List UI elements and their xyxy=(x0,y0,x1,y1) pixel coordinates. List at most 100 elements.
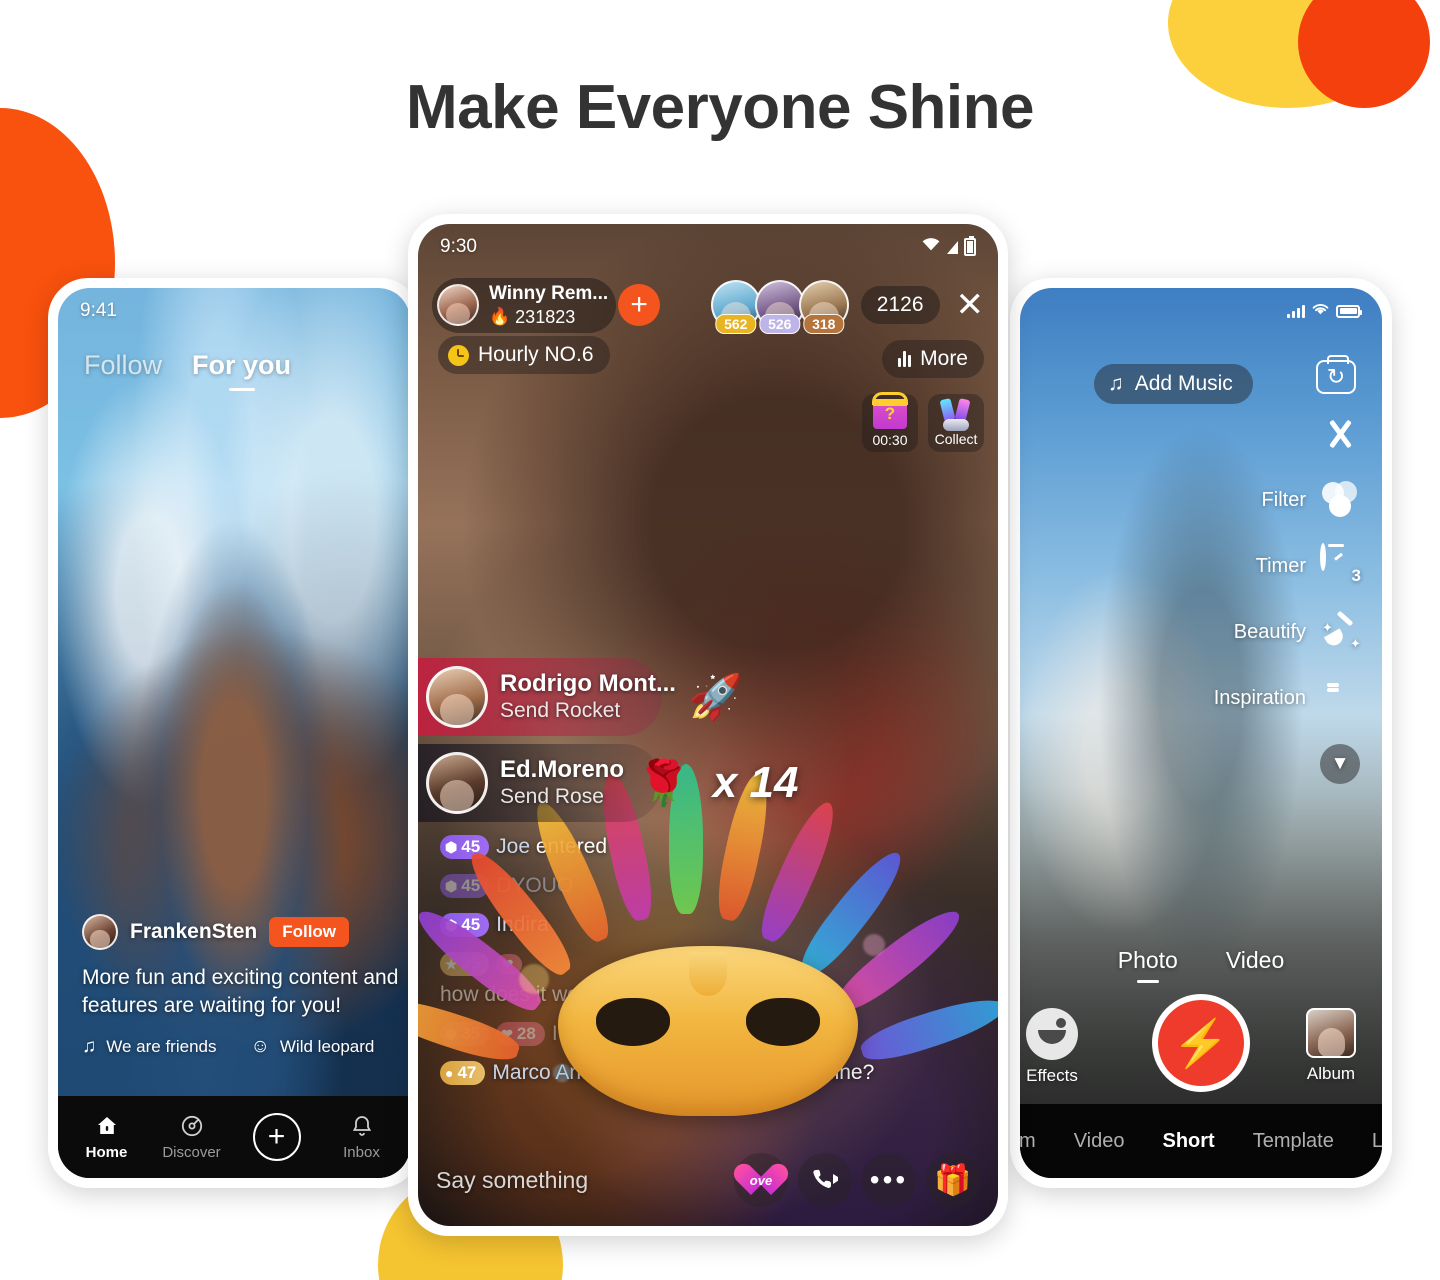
ellipsis-icon: ••• xyxy=(869,1163,909,1195)
gift-banner-list: Rodrigo Mont... Send Rocket 🚀 Ed.Moreno … xyxy=(418,658,798,830)
bars-icon xyxy=(898,351,912,367)
smiley-icon xyxy=(1026,1008,1078,1060)
chat-text: DYOUO xyxy=(496,874,573,898)
chat-username: Marco Antonio xyxy=(492,1061,627,1084)
gift-sender-name: Ed.Moreno xyxy=(500,756,624,784)
tab-cam[interactable]: Cam xyxy=(1020,1130,1036,1153)
flash-toggle[interactable] xyxy=(1306,414,1360,454)
timer-icon: 3 xyxy=(1320,543,1361,586)
level-badge: ★ 25 xyxy=(440,952,490,976)
gift-banner: Ed.Moreno Send Rose 🌹 x 14 xyxy=(418,744,798,822)
gift-banner-texts: Rodrigo Mont... Send Rocket xyxy=(500,670,676,723)
level-value: 47 xyxy=(457,1063,477,1082)
chat-body: entered xyxy=(535,835,608,858)
filter-button[interactable]: Filter xyxy=(1262,480,1360,520)
tab-video-mode[interactable]: Video xyxy=(1074,1130,1125,1153)
effects-label: Effects xyxy=(1026,1066,1078,1085)
tab-video[interactable]: Video xyxy=(1226,947,1284,974)
viewer-avatar[interactable]: 562 xyxy=(710,280,761,335)
chat-message: ⬢ 45 DYOUO xyxy=(440,874,910,898)
add-music-button[interactable]: ♫ Add Music xyxy=(1094,364,1253,404)
right-status-bar xyxy=(1020,288,1382,334)
mystery-gift-timer: 00:30 xyxy=(872,432,908,448)
chat-text: Marco Antonio That's good, are you fine? xyxy=(492,1061,874,1085)
viewer-avatar[interactable]: 526 xyxy=(754,280,805,335)
streamer-texts: Winny Rem... 🔥 231823 xyxy=(489,283,608,328)
viewer-count[interactable]: 2126 xyxy=(860,286,940,325)
tab-photo[interactable]: Photo xyxy=(1118,947,1178,974)
level-value: 35 xyxy=(461,1024,481,1043)
hourly-rank-badge[interactable]: Hourly NO.6 xyxy=(438,336,610,374)
collapse-rail-button[interactable]: ▼ xyxy=(1320,744,1360,784)
avatar xyxy=(426,666,488,728)
tab-live[interactable]: Live xyxy=(1372,1130,1382,1153)
sidebar-item-inbox[interactable]: Inbox xyxy=(319,1113,404,1161)
sidebar-item-discover[interactable]: Discover xyxy=(149,1113,234,1161)
right-status-icons xyxy=(1287,300,1362,322)
tab-for-you[interactable]: For you xyxy=(192,350,291,381)
feed-username[interactable]: FrankenSten xyxy=(130,920,257,944)
right-bottom-tabbar: Cam Video Short Template Live xyxy=(1020,1104,1382,1178)
chat-text: Joe entered xyxy=(496,835,607,859)
viewer-rank-badge: 562 xyxy=(715,314,757,335)
tab-short[interactable]: Short xyxy=(1162,1130,1214,1153)
avatar[interactable] xyxy=(82,914,118,951)
chat-text: I like it! xyxy=(551,1022,618,1045)
streamer-card[interactable]: Winny Rem... 🔥 231823 xyxy=(432,278,617,333)
phone-center-live: 9:30 Winny Rem... 🔥 231823 + 562 526 318… xyxy=(408,214,1008,1236)
inspiration-button[interactable]: Inspiration xyxy=(1214,678,1360,718)
beautify-button[interactable]: Beautify ✦ ✦ xyxy=(1234,612,1361,652)
collect-label: Collect xyxy=(934,431,978,447)
center-status-time: 9:30 xyxy=(440,236,477,257)
heart-badge: ❤ xyxy=(496,953,523,975)
tab-follow[interactable]: Follow xyxy=(84,350,162,381)
close-icon[interactable]: ✕ xyxy=(956,288,985,322)
right-screen: ♫ Add Music Filter Timer 3 xyxy=(1020,288,1382,1178)
timer-value: 3 xyxy=(1351,566,1361,585)
live-chat-list[interactable]: ⬢ 45 Joe entered ⬢ 45 DYOUO ⬢ 45 Indira ★ 25… xyxy=(440,835,910,1100)
tab-label-discover: Discover xyxy=(162,1144,221,1161)
gift-multiplier: x 14 xyxy=(712,758,799,807)
battery-icon xyxy=(964,236,976,256)
collect-icon xyxy=(938,397,974,431)
sidebar-item-home[interactable]: Home xyxy=(64,1113,149,1161)
more-actions-button[interactable]: ••• xyxy=(862,1153,916,1207)
love-button[interactable]: ove xyxy=(734,1153,788,1207)
more-button[interactable]: More xyxy=(882,340,984,378)
plus-icon: + xyxy=(630,288,648,322)
gift-banner-texts: Ed.Moreno Send Rose xyxy=(500,756,624,809)
feed-effect-label[interactable]: Wild leopard xyxy=(280,1037,375,1057)
video-call-button[interactable] xyxy=(798,1153,852,1207)
collect-widget[interactable]: Collect xyxy=(928,394,984,452)
tab-template[interactable]: Template xyxy=(1253,1130,1334,1153)
filter-icon xyxy=(1320,480,1360,520)
hot-count: 231823 xyxy=(515,306,576,327)
camera-tool-rail: Filter Timer 3 Beautify ✦ ✦ Inspiration … xyxy=(1214,414,1361,784)
chat-username: Indira xyxy=(496,913,549,936)
create-post-button[interactable]: + xyxy=(234,1113,319,1161)
clock-icon xyxy=(448,344,469,366)
chat-message: ⬢ 45 Indira xyxy=(440,913,910,937)
viewer-avatar[interactable]: 318 xyxy=(798,280,849,335)
follow-button[interactable]: Follow xyxy=(269,917,350,948)
video-call-icon xyxy=(813,1169,838,1188)
level-badge: ⬢ 45 xyxy=(440,874,490,898)
signal-icon xyxy=(947,240,958,254)
shutter-button[interactable]: ⚡ xyxy=(1152,994,1250,1092)
timer-button[interactable]: Timer 3 xyxy=(1256,543,1361,586)
heart-value: 28 xyxy=(516,1024,536,1043)
left-screen: 9:41 Follow For you FrankenSten Follow M… xyxy=(58,288,410,1178)
gift-button[interactable]: 🎁 xyxy=(926,1153,980,1207)
chat-username: DYOUO xyxy=(496,874,574,897)
follow-streamer-button[interactable]: + xyxy=(618,284,661,327)
level-value: 45 xyxy=(461,876,481,895)
camera-flip-icon[interactable] xyxy=(1316,355,1356,394)
album-button[interactable]: Album xyxy=(1306,1008,1356,1084)
mystery-gift-widget[interactable]: ? 00:30 xyxy=(862,394,918,452)
effects-button[interactable]: Effects xyxy=(1026,1008,1078,1086)
home-icon xyxy=(95,1113,119,1139)
beautify-icon: ✦ ✦ xyxy=(1320,612,1361,652)
gift-icon: 🎁 xyxy=(934,1163,972,1197)
chat-input[interactable]: Say something xyxy=(436,1167,724,1194)
feed-music-label[interactable]: We are friends xyxy=(106,1037,216,1057)
